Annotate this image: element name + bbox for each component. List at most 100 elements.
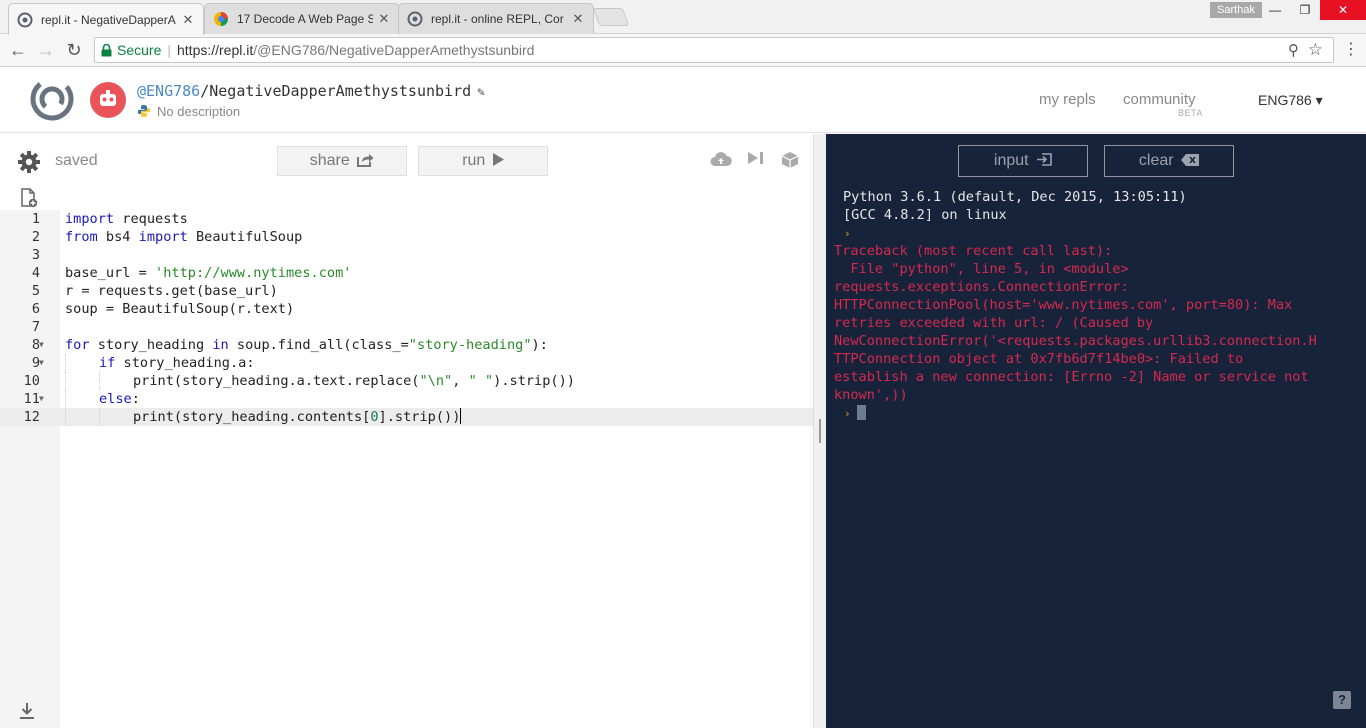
error-line: retries exceeded with url: / (Caused by	[834, 315, 1154, 331]
user-menu[interactable]: ENG786 ▾	[1258, 92, 1323, 109]
lock-icon	[101, 40, 112, 64]
gear-icon[interactable]	[17, 150, 41, 174]
prompt-chevron-icon: ›	[844, 407, 851, 420]
minimize-icon[interactable]: —	[1260, 0, 1290, 20]
browser-tab-repl-online[interactable]: repl.it - online REPL, Cor ✕	[398, 3, 594, 34]
fold-arrow-icon[interactable]: ▼	[39, 390, 44, 408]
avatar[interactable]	[90, 82, 126, 118]
console-output: Python 3.6.1 (default, Dec 2015, 13:05:1…	[834, 188, 1354, 422]
chrome-colors-icon	[213, 11, 229, 27]
community-beta-badge: BETA	[1178, 108, 1203, 118]
replit-icon	[17, 12, 33, 28]
restore-icon[interactable]: ❐	[1290, 0, 1320, 20]
nav-community[interactable]: community	[1123, 91, 1196, 108]
code-line[interactable]: 9 ▼ if story_heading.a:	[0, 354, 813, 372]
line-number: 4	[31, 265, 40, 281]
line-number: 8	[31, 337, 40, 353]
code-line[interactable]: 7	[0, 318, 813, 336]
tab-title: repl.it - NegativeDapperA	[41, 12, 176, 27]
code-line[interactable]: 2 from bs4 import BeautifulSoup	[0, 228, 813, 246]
backspace-icon	[1181, 147, 1200, 177]
code-line-current[interactable]: 12 print(story_heading.contents[0].strip(…	[0, 408, 813, 426]
browser-tab-repl[interactable]: repl.it - NegativeDapperA ✕	[8, 3, 204, 35]
profile-badge[interactable]: Sarthak	[1210, 2, 1262, 18]
repl-owner-link[interactable]: @ENG786	[137, 82, 200, 100]
code-line[interactable]: 3	[0, 246, 813, 264]
code-editor[interactable]: 1 import requests 2 from bs4 import Beauti…	[0, 210, 813, 426]
line-number: 10	[23, 373, 40, 389]
console-pane[interactable]: input clear Python 3.6.1 (default, Dec 2…	[826, 134, 1366, 728]
code-line[interactable]: 5r = requests.get(base_url)	[0, 282, 813, 300]
code-line[interactable]: 6 soup = BeautifulSoup(r.text)	[0, 300, 813, 318]
nav-my-repls[interactable]: my repls	[1039, 91, 1096, 108]
url-host: https://repl.it	[177, 42, 254, 58]
code-line[interactable]: 11 ▼ else:	[0, 390, 813, 408]
repl-name[interactable]: NegativeDapperAmethystsunbird	[209, 82, 471, 100]
bookmark-star-icon[interactable]: ☆	[1308, 38, 1323, 62]
code-line[interactable]: 1 import requests	[0, 210, 813, 228]
run-button[interactable]: run	[418, 146, 548, 176]
line-number: 5	[31, 283, 40, 299]
line-number: 12	[23, 409, 40, 425]
console-line: [GCC 4.8.2] on linux	[843, 207, 1007, 223]
upload-cloud-icon[interactable]	[710, 151, 732, 171]
pane-resize-handle[interactable]	[813, 134, 826, 728]
code-line[interactable]: 8 ▼ for story_heading in soup.find_all(cla…	[0, 336, 813, 354]
step-forward-icon[interactable]	[747, 151, 765, 169]
fold-arrow-icon[interactable]: ▼	[39, 354, 44, 372]
error-line: File "python", line 5, in <module>	[834, 261, 1129, 277]
browser-tab-decode[interactable]: 17 Decode A Web Page S ✕	[204, 3, 400, 34]
tab-close-icon[interactable]: ✕	[571, 11, 585, 27]
repl-title: @ENG786/NegativeDapperAmethystsunbird ✎	[137, 82, 485, 100]
download-icon[interactable]	[19, 702, 35, 725]
forward-icon[interactable]: →	[34, 38, 58, 62]
error-line: TTPConnection object at 0x7fb6d7f14be0>:…	[834, 351, 1244, 367]
new-file-icon[interactable]	[20, 188, 38, 208]
address-bar[interactable]: Secure | https://repl.it/@ENG786/NegativeD…	[94, 37, 1334, 63]
back-icon[interactable]: ←	[6, 38, 30, 62]
share-icon	[357, 149, 374, 177]
console-line: Python 3.6.1 (default, Dec 2015, 13:05:1…	[843, 189, 1187, 205]
replit-logo-icon[interactable]	[30, 77, 74, 121]
line-number: 1	[31, 211, 40, 227]
line-number: 2	[31, 229, 40, 245]
code-line[interactable]: 4 base_url = 'http://www.nytimes.com'	[0, 264, 813, 282]
help-icon[interactable]: ?	[1333, 691, 1351, 709]
browser-toolbar: ← → ↻ Secure | https://repl.it/@ENG786/Neg…	[0, 34, 1366, 67]
python-icon	[137, 104, 151, 118]
terminal-cursor	[856, 405, 866, 420]
repl-description: No description	[137, 104, 240, 119]
input-icon	[1036, 147, 1052, 177]
description-text[interactable]: No description	[157, 104, 240, 119]
text-cursor	[460, 408, 462, 424]
console-input-line[interactable]: ›	[834, 404, 1354, 422]
code-line[interactable]: 10 print(story_heading.a.text.replace("\n…	[0, 372, 813, 390]
error-line: Traceback (most recent call last):	[834, 243, 1113, 259]
tab-close-icon[interactable]: ✕	[181, 12, 195, 28]
error-line: HTTPConnectionPool(host='www.nytimes.com…	[834, 297, 1293, 313]
reload-icon[interactable]: ↻	[62, 38, 86, 62]
line-number: 6	[31, 301, 40, 317]
browser-menu-icon[interactable]: ⋮	[1343, 39, 1359, 59]
replit-icon	[407, 11, 423, 27]
secure-label: Secure	[117, 42, 162, 58]
line-number: 11	[23, 391, 40, 407]
zoom-icon[interactable]: ⚲	[1288, 39, 1299, 63]
url-path: /@ENG786/NegativeDapperAmethystsunbird	[253, 42, 535, 58]
editor-pane: saved share run 1 import requests 2 from b…	[0, 134, 813, 728]
fold-arrow-icon[interactable]: ▼	[39, 336, 44, 354]
tab-title: 17 Decode A Web Page S	[237, 12, 373, 26]
error-line: NewConnectionError('<requests.packages.u…	[834, 333, 1317, 349]
line-number: 9	[31, 355, 40, 371]
new-tab-button[interactable]	[592, 8, 630, 26]
play-icon	[492, 148, 504, 176]
share-button[interactable]: share	[277, 146, 407, 176]
input-button[interactable]: input	[958, 145, 1088, 177]
error-line: requests.exceptions.ConnectionError:	[834, 279, 1129, 295]
tab-close-icon[interactable]: ✕	[377, 11, 391, 27]
clear-button[interactable]: clear	[1104, 145, 1234, 177]
save-status: saved	[55, 152, 98, 169]
package-box-icon[interactable]	[781, 151, 799, 173]
pencil-icon[interactable]: ✎	[477, 85, 485, 100]
window-close-icon[interactable]: ✕	[1320, 0, 1366, 20]
